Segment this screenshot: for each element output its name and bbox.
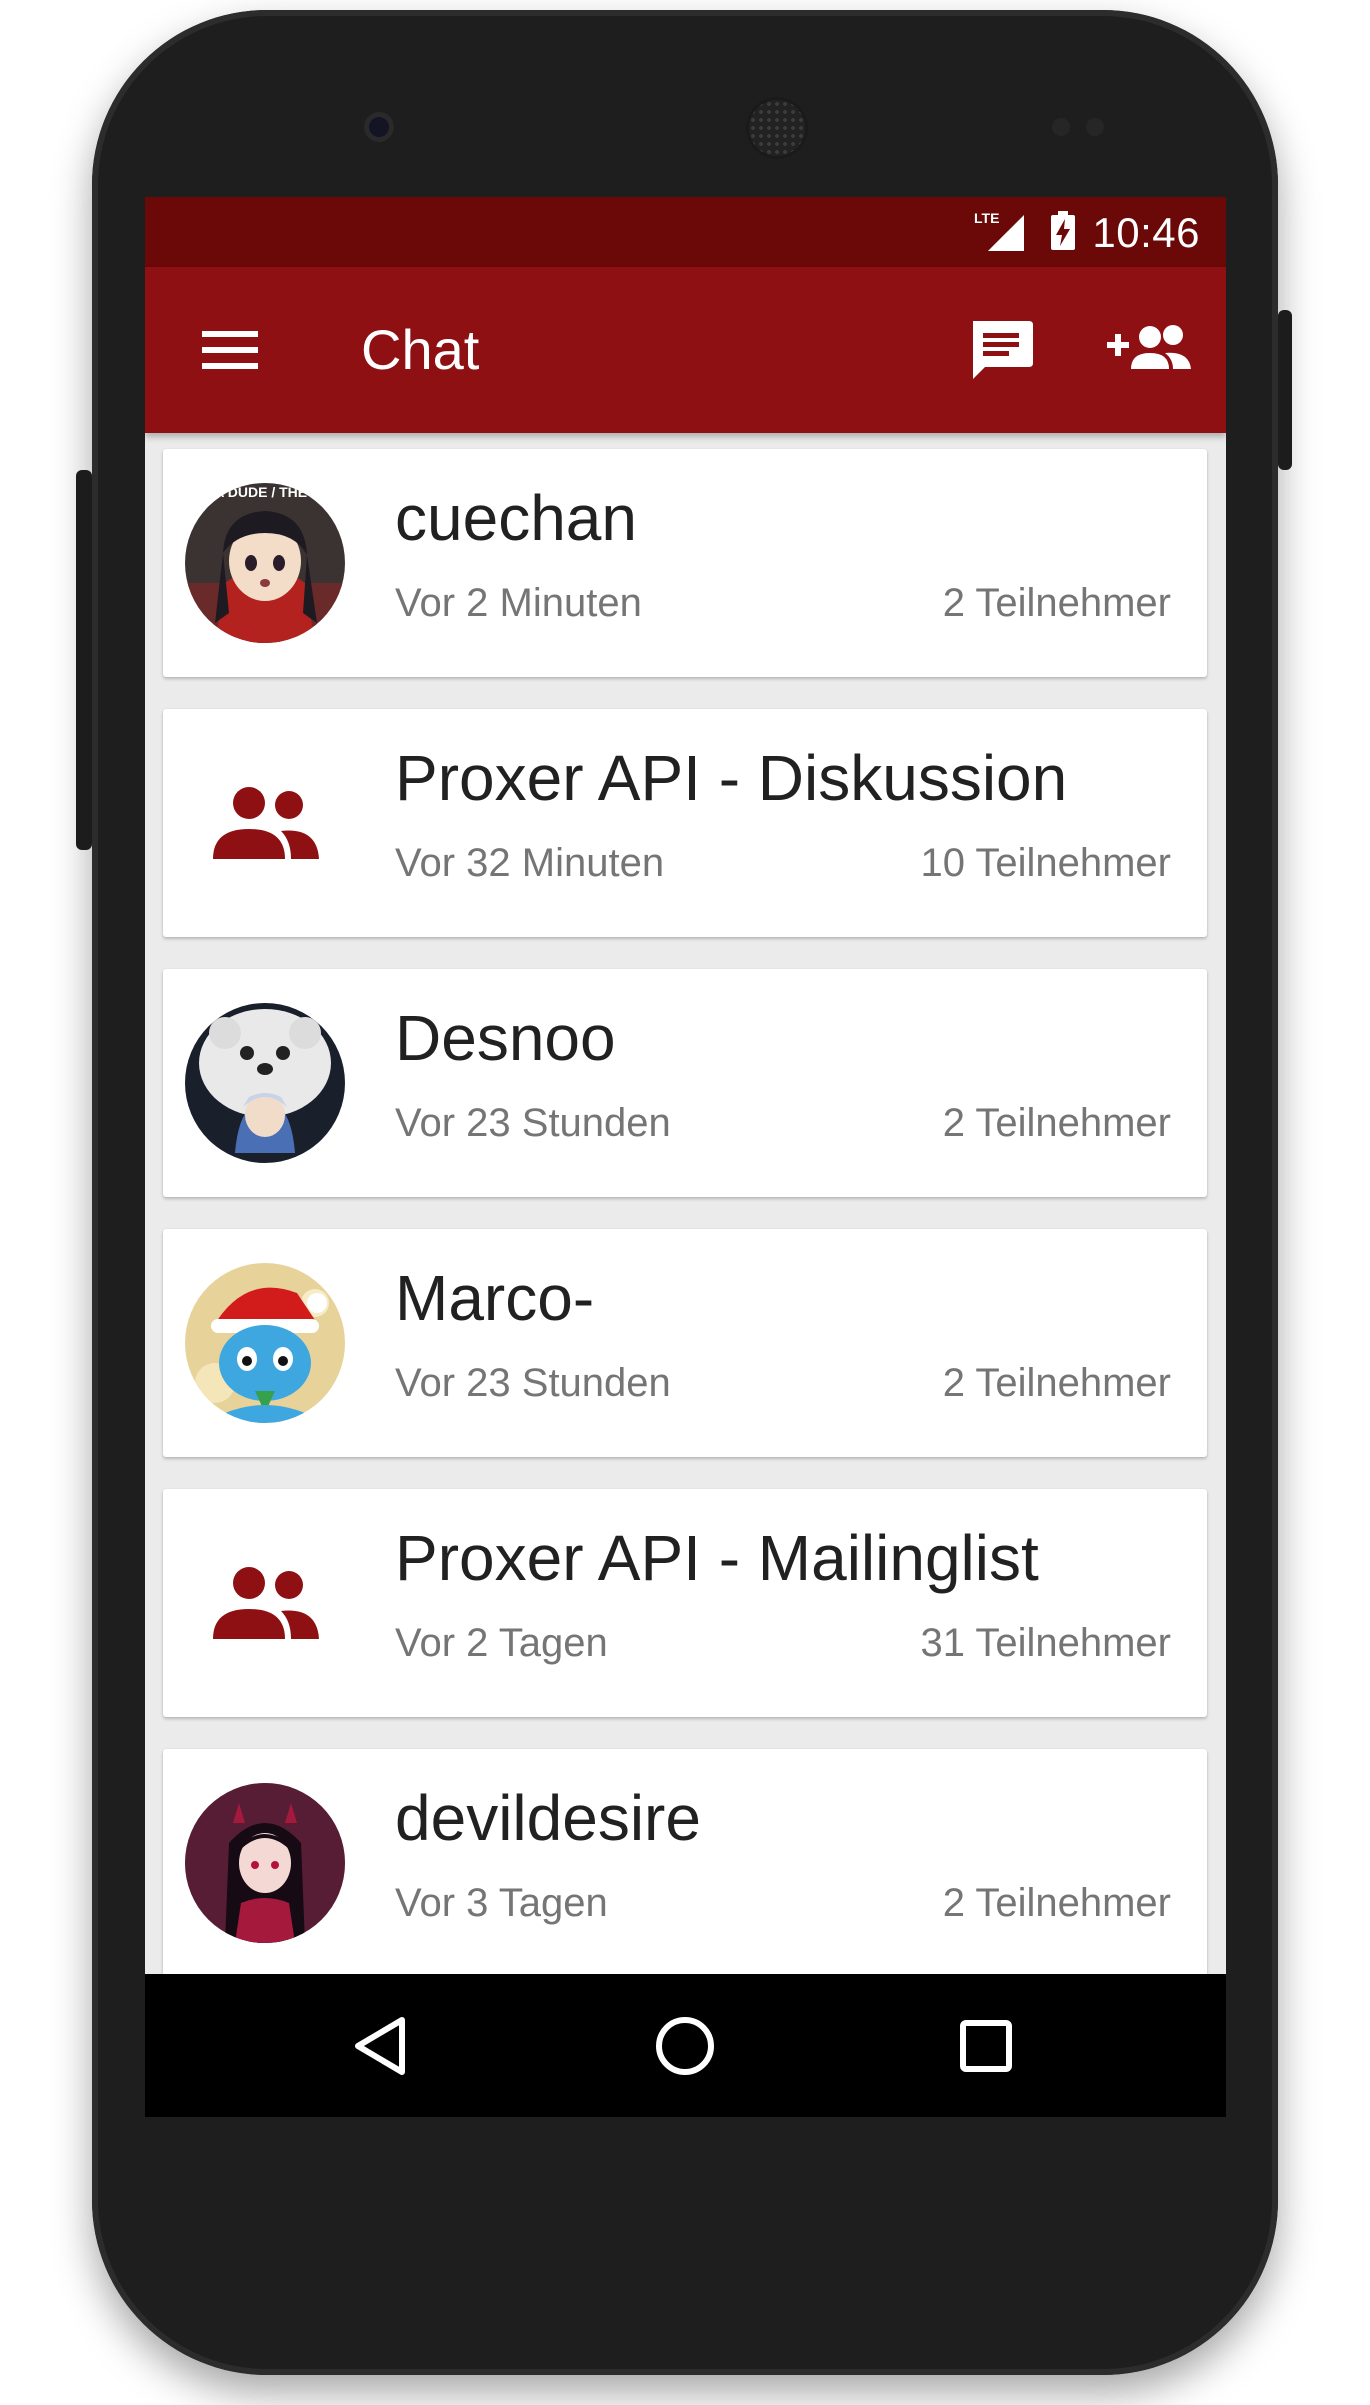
- chat-item[interactable]: Proxer API - Mailinglist Vor 2 Tagen 31 …: [163, 1489, 1207, 1717]
- message-icon[interactable]: [965, 313, 1037, 385]
- chat-name: Proxer API - Mailinglist: [395, 1522, 1039, 1594]
- system-nav-bar: [145, 1974, 1226, 2117]
- page-title: Chat: [361, 318, 480, 381]
- chat-members: 2 Teilnehmer: [942, 1881, 1171, 1925]
- chat-time: Vor 2 Minuten: [395, 581, 642, 625]
- home-icon[interactable]: [649, 2010, 721, 2082]
- chat-item[interactable]: Marco- Vor 23 Stunden 2 Teilnehmer: [163, 1229, 1207, 1457]
- menu-icon[interactable]: [195, 317, 265, 383]
- chat-time: Vor 32 Minuten: [395, 841, 665, 885]
- avatar: [185, 1783, 345, 1943]
- chat-name: Marco-: [395, 1262, 595, 1334]
- chat-members: 2 Teilnehmer: [942, 1101, 1171, 1145]
- chat-name: Desnoo: [395, 1002, 616, 1074]
- chat-members: 2 Teilnehmer: [942, 1361, 1171, 1405]
- group-icon: [213, 787, 319, 859]
- chat-time: Vor 3 Tagen: [395, 1881, 608, 1925]
- person-add-icon[interactable]: [1105, 313, 1195, 385]
- chat-item[interactable]: Proxer API - Diskussion Vor 32 Minuten 1…: [163, 709, 1207, 937]
- status-bar: LTE 10:46: [145, 197, 1226, 267]
- chat-item[interactable]: devildesire Vor 3 Tagen 2 Teilnehmer: [163, 1749, 1207, 1977]
- chat-members: 2 Teilnehmer: [942, 581, 1171, 625]
- chat-item[interactable]: WHOA DUDE / THE FUCK cuechan Vor 2 Minut…: [163, 449, 1207, 677]
- chat-list: WHOA DUDE / THE FUCK cuechan Vor 2 Minut…: [145, 433, 1226, 1977]
- back-icon[interactable]: [346, 2010, 418, 2082]
- volume-button: [1278, 310, 1292, 470]
- chat-members: 10 Teilnehmer: [920, 841, 1171, 885]
- chat-time: Vor 23 Stunden: [395, 1361, 671, 1405]
- clock: 10:46: [1092, 209, 1200, 256]
- light-sensor: [1086, 118, 1104, 136]
- app-toolbar: Chat: [145, 267, 1226, 433]
- power-button: [76, 470, 92, 850]
- chat-time: Vor 23 Stunden: [395, 1101, 671, 1145]
- avatar: [185, 1263, 345, 1423]
- group-icon: [213, 1567, 319, 1639]
- chat-members: 31 Teilnehmer: [920, 1621, 1171, 1665]
- avatar-caption: WHOA DUDE / THE FUCK: [185, 484, 345, 500]
- chat-name: cuechan: [395, 482, 637, 554]
- front-camera: [364, 112, 394, 142]
- chat-name: devildesire: [395, 1782, 701, 1854]
- chat-name: Proxer API - Diskussion: [395, 742, 1068, 814]
- avatar: WHOA DUDE / THE FUCK: [185, 483, 345, 643]
- earpiece-speaker: [749, 100, 805, 156]
- avatar: [185, 1003, 345, 1163]
- screen: LTE 10:46 Chat WHOA DUDE / THE FUCK cuec…: [145, 197, 1226, 2117]
- recents-icon[interactable]: [950, 2010, 1022, 2082]
- battery-charging-icon: [1051, 211, 1075, 250]
- network-label: LTE: [974, 210, 999, 226]
- proximity-sensor: [1052, 118, 1070, 136]
- lte-signal-icon: LTE: [974, 210, 1024, 251]
- chat-time: Vor 2 Tagen: [395, 1621, 608, 1665]
- chat-item[interactable]: Desnoo Vor 23 Stunden 2 Teilnehmer: [163, 969, 1207, 1197]
